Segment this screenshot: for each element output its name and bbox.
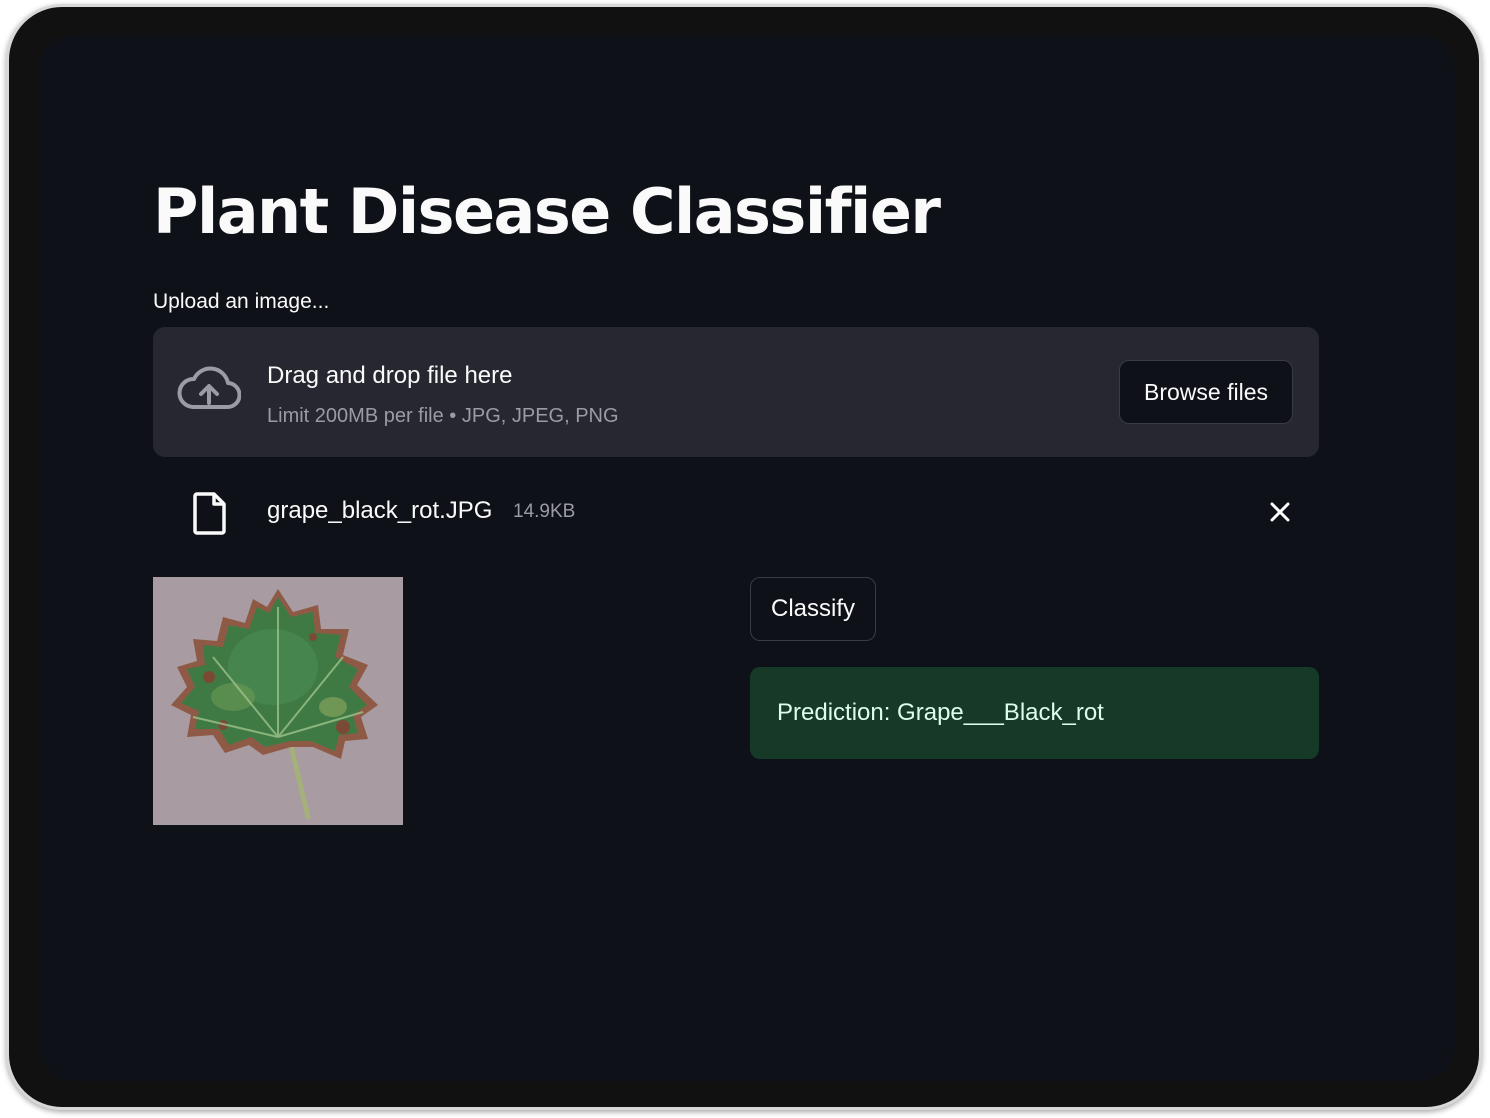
remove-file-button[interactable] bbox=[1263, 495, 1297, 529]
file-size: 14.9KB bbox=[513, 501, 576, 522]
classify-button[interactable]: Classify bbox=[750, 577, 876, 641]
file-limit-text: Limit 200MB per file • JPG, JPEG, PNG bbox=[267, 405, 619, 427]
cloud-upload-icon bbox=[177, 365, 242, 415]
tablet-frame: Plant Disease Classifier Upload an image… bbox=[6, 4, 1482, 1110]
page-title: Plant Disease Classifier bbox=[153, 175, 941, 248]
prediction-alert: Prediction: Grape___Black_rot bbox=[750, 667, 1319, 759]
app-screen: Plant Disease Classifier Upload an image… bbox=[39, 35, 1455, 1081]
upload-label: Upload an image... bbox=[153, 290, 330, 313]
prediction-text: Prediction: Grape___Black_rot bbox=[777, 699, 1104, 726]
file-dropzone[interactable]: Drag and drop file here Limit 200MB per … bbox=[153, 327, 1319, 457]
file-icon bbox=[191, 491, 229, 535]
close-icon bbox=[1270, 502, 1290, 522]
file-name: grape_black_rot.JPG bbox=[267, 497, 493, 524]
uploaded-leaf-image bbox=[153, 577, 403, 825]
uploaded-file-row: grape_black_rot.JPG 14.9KB bbox=[153, 487, 1319, 537]
browse-files-button[interactable]: Browse files bbox=[1119, 360, 1293, 424]
drag-drop-text: Drag and drop file here bbox=[267, 362, 513, 389]
